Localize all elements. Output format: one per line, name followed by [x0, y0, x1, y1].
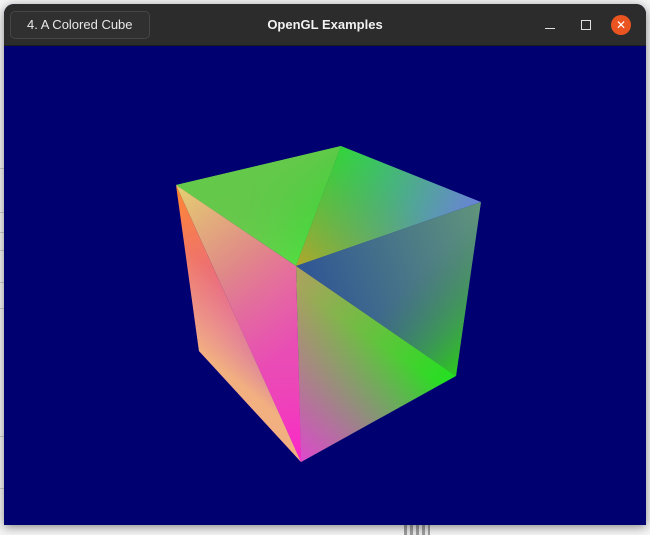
colored-cube [176, 146, 481, 462]
minimize-icon [545, 27, 555, 29]
close-icon: ✕ [615, 18, 627, 32]
example-selector-button[interactable]: 4. A Colored Cube [10, 11, 150, 39]
maximize-button[interactable] [576, 15, 596, 35]
app-window: 4. A Colored Cube OpenGL Examples ✕ [4, 4, 646, 525]
title-bar[interactable]: 4. A Colored Cube OpenGL Examples ✕ [4, 4, 646, 46]
close-button[interactable]: ✕ [611, 15, 631, 35]
opengl-viewport[interactable] [4, 46, 646, 525]
minimize-button[interactable] [540, 15, 560, 35]
background-thumbnail [404, 524, 430, 535]
maximize-icon [581, 20, 591, 30]
